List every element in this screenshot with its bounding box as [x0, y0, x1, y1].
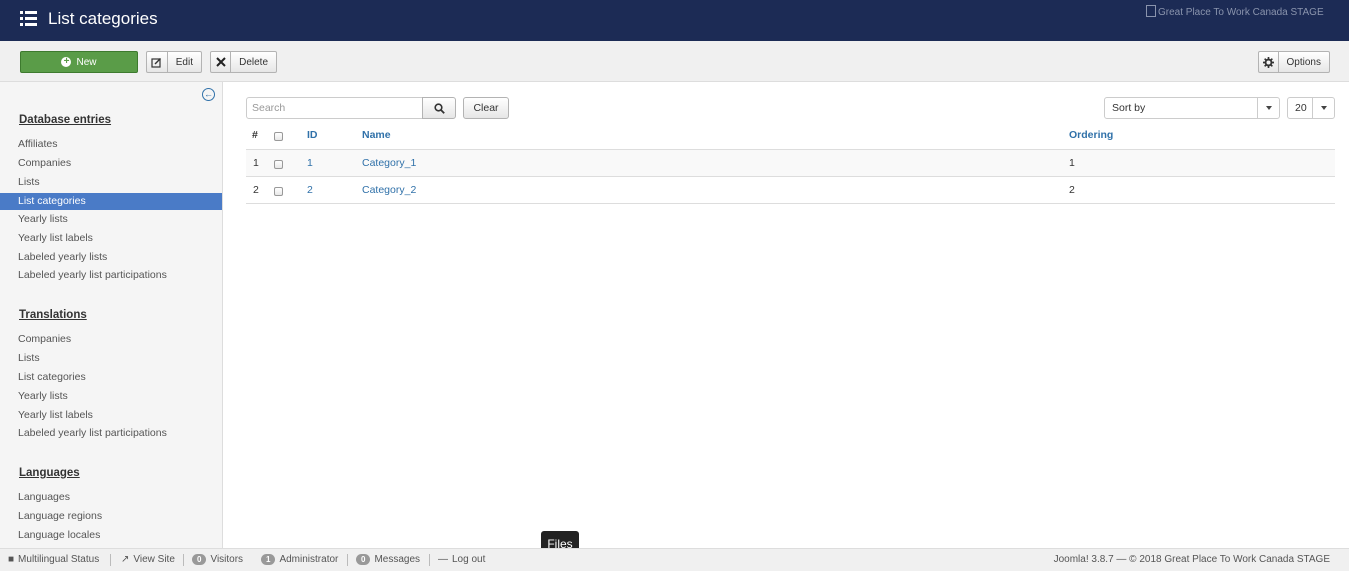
- site-logo[interactable]: Great Place To Work Canada STAGE: [1146, 5, 1324, 18]
- table-row: 2 2 Category_2 2: [246, 176, 1335, 203]
- row-ordering: 1: [1069, 157, 1075, 169]
- list-icon: [20, 11, 37, 26]
- minus-icon: —: [438, 554, 448, 565]
- administrator-status: 1 Administrator: [261, 554, 338, 565]
- sidebar-item-labeled-yearly-lists[interactable]: Labeled yearly lists: [0, 249, 222, 266]
- logout-link[interactable]: — Log out: [438, 554, 485, 565]
- select-all-checkbox[interactable]: [274, 132, 283, 141]
- gear-icon: [1259, 52, 1279, 72]
- visitors-label: Visitors: [210, 554, 244, 565]
- logout-label: Log out: [452, 554, 486, 565]
- sidebar-item-translations-list-categories[interactable]: List categories: [0, 369, 222, 386]
- limit-select[interactable]: 20: [1287, 97, 1335, 119]
- sidebar-item-languages[interactable]: Languages: [0, 489, 222, 506]
- chevron-down-icon: [1257, 98, 1279, 118]
- options-button[interactable]: Options: [1258, 51, 1330, 73]
- column-header-number: #: [252, 129, 258, 141]
- new-button-label: New: [76, 56, 97, 68]
- row-number: 2: [253, 184, 259, 196]
- multilingual-status-label: Multilingual Status: [18, 554, 100, 565]
- clear-button[interactable]: Clear: [463, 97, 509, 119]
- sidebar-item-lists[interactable]: Lists: [0, 174, 222, 191]
- site-logo-alt: Great Place To Work Canada STAGE: [1158, 7, 1324, 18]
- row-name-link[interactable]: Category_1: [362, 157, 416, 169]
- row-id-link[interactable]: 2: [307, 184, 313, 196]
- sidebar-heading-languages: Languages: [19, 467, 80, 479]
- delete-button[interactable]: Delete: [210, 51, 277, 73]
- sidebar-heading-database-entries: Database entries: [19, 114, 112, 126]
- comment-icon: ■: [8, 554, 15, 565]
- sidebar-item-yearly-list-labels[interactable]: Yearly list labels: [0, 230, 222, 247]
- status-separator: [110, 554, 111, 566]
- close-icon: [211, 52, 232, 72]
- delete-button-label: Delete: [239, 56, 268, 68]
- status-separator: [347, 554, 348, 566]
- status-separator: [183, 554, 184, 566]
- sidebar-item-translations-companies[interactable]: Companies: [0, 331, 222, 348]
- row-number: 1: [253, 157, 259, 169]
- administrator-count-badge: 1: [261, 554, 276, 565]
- search-icon: [433, 102, 445, 114]
- chevron-down-icon: [1312, 98, 1334, 118]
- column-header-ordering[interactable]: Ordering: [1069, 129, 1113, 141]
- row-ordering: 2: [1069, 184, 1075, 196]
- status-bar: ■ Multilingual Status ↗ View Site 0 Visi…: [0, 548, 1349, 571]
- status-separator: [429, 554, 430, 566]
- app-header: List categories Great Place To Work Cana…: [0, 0, 1349, 41]
- messages-count-badge: 0: [356, 554, 371, 565]
- sidebar-item-translations-yearly-lists[interactable]: Yearly lists: [0, 388, 222, 405]
- edit-button-label: Edit: [175, 56, 193, 68]
- new-button[interactable]: + New: [20, 51, 138, 73]
- edit-button[interactable]: Edit: [146, 51, 202, 73]
- external-link-icon: ↗: [121, 554, 130, 565]
- sidebar-item-affiliates[interactable]: Affiliates: [0, 136, 222, 153]
- page-title: List categories: [48, 9, 158, 28]
- sort-select-value: Sort by: [1112, 102, 1146, 114]
- edit-icon: [147, 52, 168, 72]
- sidebar-item-labeled-yearly-list-participations[interactable]: Labeled yearly list participations: [0, 267, 222, 284]
- sidebar-heading-translations: Translations: [19, 309, 87, 321]
- sidebar-item-list-categories[interactable]: List categories: [0, 193, 222, 210]
- messages-link[interactable]: 0 Messages: [356, 554, 420, 565]
- visitors-status: 0 Visitors: [192, 554, 243, 565]
- toolbar: + New Edit Delete Options: [0, 41, 1349, 82]
- multilingual-status-link[interactable]: ■ Multilingual Status: [8, 554, 99, 565]
- search-input[interactable]: [246, 97, 423, 119]
- broken-image-icon: [1146, 5, 1156, 17]
- table-row: 1 1 Category_1 1: [246, 149, 1335, 176]
- row-checkbox[interactable]: [274, 187, 283, 196]
- search-button[interactable]: [422, 97, 456, 119]
- row-checkbox[interactable]: [274, 160, 283, 169]
- sidebar: ← Database entries Affiliates Companies …: [0, 82, 223, 548]
- sidebar-item-translations-lists[interactable]: Lists: [0, 350, 222, 367]
- limit-select-value: 20: [1295, 102, 1307, 114]
- visitors-count-badge: 0: [192, 554, 207, 565]
- collapse-sidebar-icon[interactable]: ←: [202, 88, 215, 101]
- view-site-label: View Site: [133, 554, 175, 565]
- column-header-name[interactable]: Name: [362, 129, 391, 141]
- column-header-id[interactable]: ID: [307, 129, 318, 141]
- messages-label: Messages: [374, 554, 421, 565]
- table-bottom-border: [246, 203, 1335, 204]
- footer-copyright: Joomla! 3.8.7 — © 2018 Great Place To Wo…: [1053, 554, 1330, 565]
- plus-circle-icon: +: [61, 57, 72, 67]
- view-site-link[interactable]: ↗ View Site: [121, 554, 175, 565]
- sidebar-item-yearly-lists[interactable]: Yearly lists: [0, 211, 222, 228]
- row-id-link[interactable]: 1: [307, 157, 313, 169]
- options-button-label: Options: [1286, 56, 1321, 68]
- sidebar-item-companies[interactable]: Companies: [0, 155, 222, 172]
- row-name-link[interactable]: Category_2: [362, 184, 416, 196]
- sidebar-item-language-regions[interactable]: Language regions: [0, 508, 222, 525]
- sort-select[interactable]: Sort by: [1104, 97, 1280, 119]
- sidebar-item-translations-labeled-yearly-list-participations[interactable]: Labeled yearly list participations: [0, 425, 222, 442]
- sidebar-item-language-locales[interactable]: Language locales: [0, 527, 222, 544]
- sidebar-item-translations-yearly-list-labels[interactable]: Yearly list labels: [0, 407, 222, 424]
- administrator-label: Administrator: [279, 554, 339, 565]
